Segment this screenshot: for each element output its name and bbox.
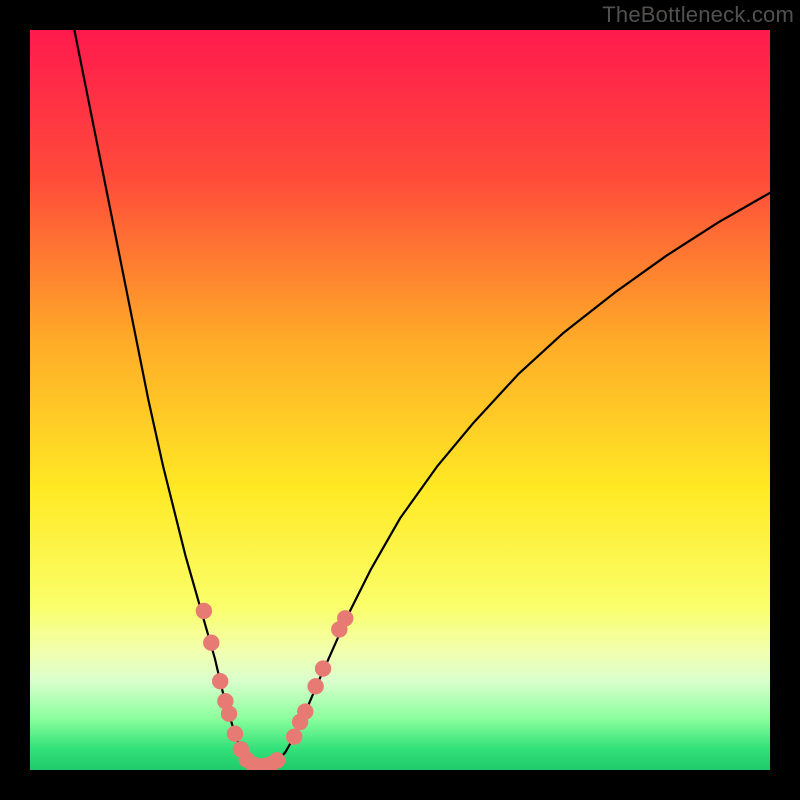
marker-point [307, 678, 323, 694]
chart-frame [30, 30, 770, 770]
marker-point [337, 610, 353, 626]
marker-point [221, 706, 237, 722]
marker-point [297, 703, 313, 719]
chart-svg [30, 30, 770, 770]
marker-point [227, 726, 243, 742]
watermark-text: TheBottleneck.com [602, 2, 794, 28]
marker-point [269, 752, 285, 768]
marker-point [196, 603, 212, 619]
marker-point [203, 635, 219, 651]
marker-point [315, 660, 331, 676]
marker-point [286, 729, 302, 745]
chart-background [30, 30, 770, 770]
marker-point [212, 673, 228, 689]
